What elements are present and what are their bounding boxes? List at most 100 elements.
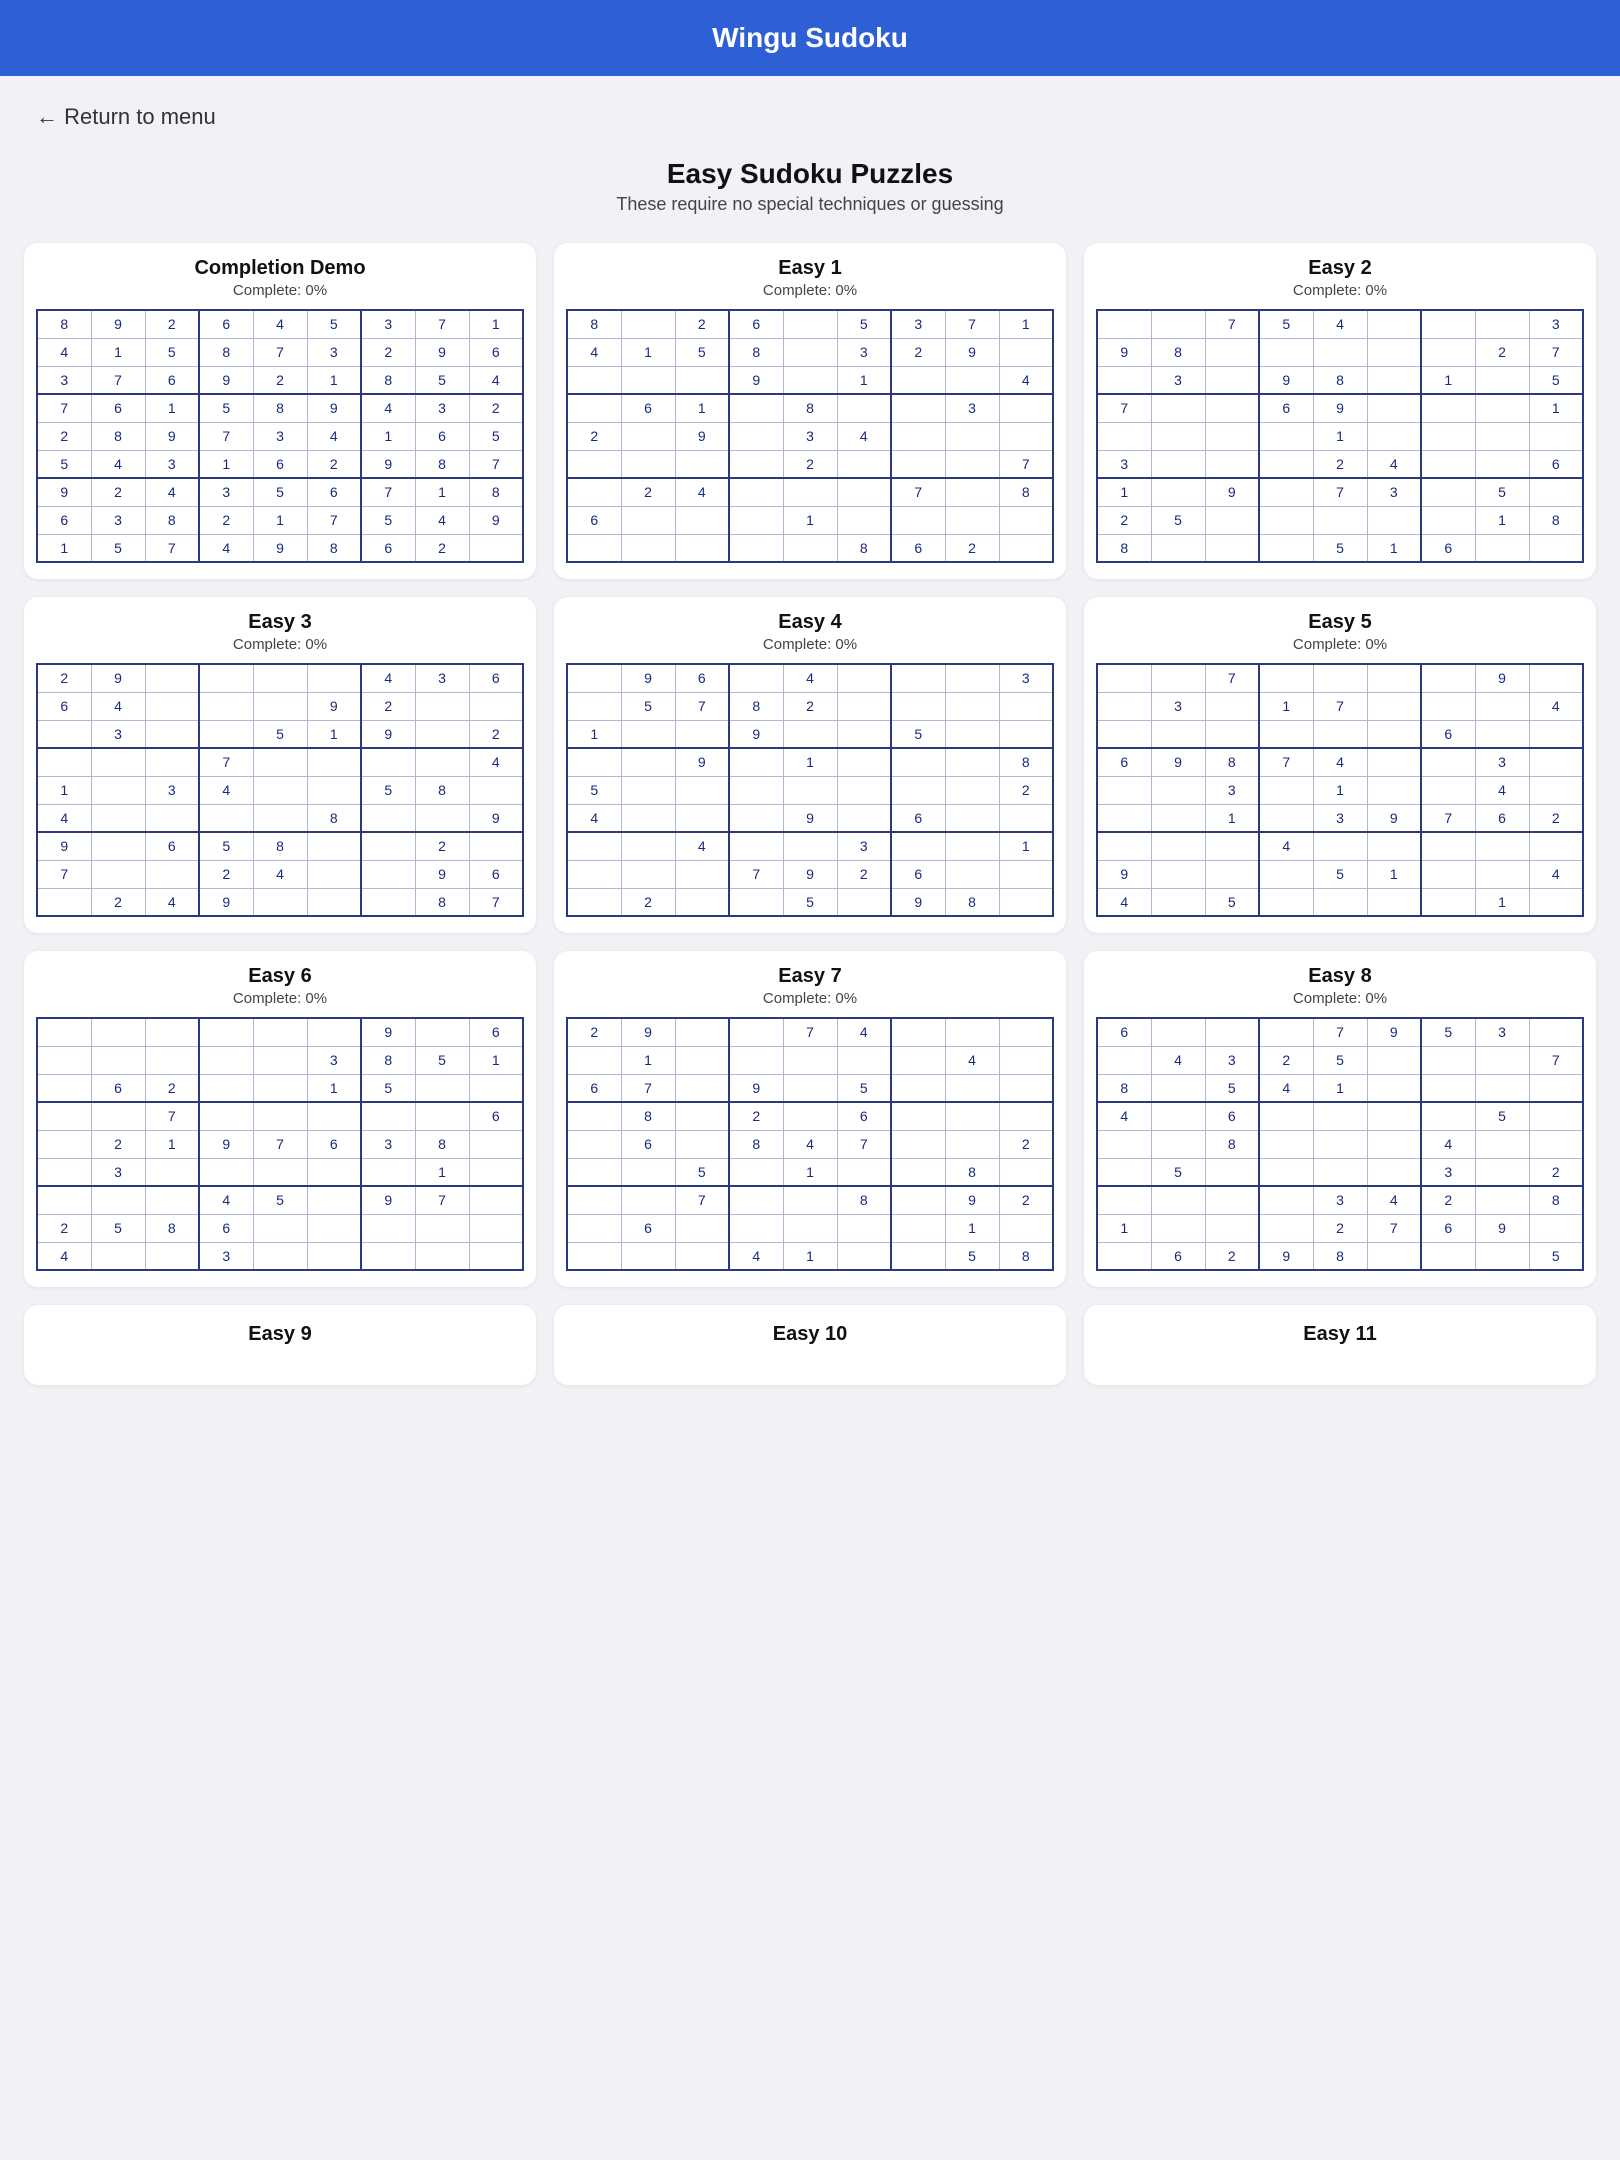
sudoku-cell[interactable] [1421,338,1475,366]
sudoku-cell[interactable] [469,776,523,804]
sudoku-cell[interactable]: 8 [1313,366,1367,394]
sudoku-cell[interactable]: 9 [621,1018,675,1046]
sudoku-cell[interactable]: 2 [91,1130,145,1158]
sudoku-cell[interactable]: 4 [675,832,729,860]
sudoku-cell[interactable] [1421,860,1475,888]
sudoku-cell[interactable] [945,422,999,450]
sudoku-cell[interactable] [675,860,729,888]
sudoku-cell[interactable] [1313,832,1367,860]
sudoku-cell[interactable] [1529,478,1583,506]
sudoku-cell[interactable]: 5 [567,776,621,804]
sudoku-cell[interactable] [567,534,621,562]
sudoku-cell[interactable]: 1 [621,338,675,366]
sudoku-cell[interactable] [1421,422,1475,450]
sudoku-cell[interactable] [145,1046,199,1074]
sudoku-cell[interactable]: 4 [253,860,307,888]
sudoku-cell[interactable] [307,1018,361,1046]
sudoku-cell[interactable] [1421,748,1475,776]
sudoku-cell[interactable]: 6 [621,394,675,422]
sudoku-cell[interactable] [1367,1242,1421,1270]
sudoku-cell[interactable] [37,1102,91,1130]
sudoku-cell[interactable] [891,692,945,720]
sudoku-cell[interactable]: 4 [37,338,91,366]
sudoku-cell[interactable]: 4 [729,1242,783,1270]
sudoku-cell[interactable]: 8 [415,776,469,804]
sudoku-cell[interactable] [1367,366,1421,394]
sudoku-cell[interactable] [1259,720,1313,748]
sudoku-cell[interactable] [945,450,999,478]
sudoku-cell[interactable] [675,1074,729,1102]
sudoku-cell[interactable] [1151,534,1205,562]
sudoku-cell[interactable] [567,1186,621,1214]
sudoku-cell[interactable] [199,1046,253,1074]
sudoku-grid[interactable]: 679534325785414658453234281276962985 [1096,1017,1584,1271]
sudoku-cell[interactable] [361,888,415,916]
sudoku-cell[interactable]: 8 [1151,338,1205,366]
sudoku-cell[interactable]: 9 [783,860,837,888]
sudoku-cell[interactable]: 2 [999,1130,1053,1158]
sudoku-cell[interactable]: 6 [621,1214,675,1242]
sudoku-cell[interactable] [469,1130,523,1158]
sudoku-cell[interactable] [567,1242,621,1270]
sudoku-cell[interactable] [1313,338,1367,366]
puzzle-card[interactable]: Easy 2Complete: 0%7543982739815769113246… [1084,243,1596,579]
sudoku-cell[interactable]: 6 [37,692,91,720]
sudoku-cell[interactable] [1259,776,1313,804]
sudoku-cell[interactable] [891,1130,945,1158]
sudoku-cell[interactable] [1367,664,1421,692]
sudoku-cell[interactable] [91,804,145,832]
puzzle-card[interactable]: Easy 3Complete: 0%2943664923519274134584… [24,597,536,933]
sudoku-cell[interactable]: 5 [1529,366,1583,394]
sudoku-cell[interactable] [621,310,675,338]
sudoku-cell[interactable] [1205,534,1259,562]
sudoku-cell[interactable]: 8 [415,1130,469,1158]
sudoku-cell[interactable]: 1 [837,366,891,394]
sudoku-cell[interactable] [999,720,1053,748]
sudoku-cell[interactable]: 4 [199,534,253,562]
sudoku-cell[interactable]: 9 [361,720,415,748]
sudoku-cell[interactable] [1259,1102,1313,1130]
sudoku-cell[interactable]: 6 [1097,1018,1151,1046]
sudoku-cell[interactable] [783,534,837,562]
sudoku-cell[interactable] [891,832,945,860]
sudoku-cell[interactable] [1421,664,1475,692]
sudoku-cell[interactable] [945,478,999,506]
sudoku-cell[interactable] [37,720,91,748]
sudoku-cell[interactable] [1097,1186,1151,1214]
sudoku-cell[interactable]: 2 [307,450,361,478]
sudoku-cell[interactable]: 4 [253,310,307,338]
sudoku-cell[interactable]: 3 [1475,748,1529,776]
sudoku-cell[interactable]: 8 [361,1046,415,1074]
sudoku-cell[interactable] [1205,506,1259,534]
sudoku-cell[interactable] [999,888,1053,916]
sudoku-cell[interactable] [729,832,783,860]
sudoku-cell[interactable]: 6 [469,338,523,366]
sudoku-cell[interactable]: 2 [621,478,675,506]
sudoku-cell[interactable]: 9 [1367,804,1421,832]
sudoku-cell[interactable] [1421,888,1475,916]
sudoku-cell[interactable] [1205,366,1259,394]
sudoku-cell[interactable]: 6 [469,1018,523,1046]
sudoku-cell[interactable]: 2 [469,720,523,748]
sudoku-cell[interactable]: 5 [1313,534,1367,562]
sudoku-cell[interactable]: 3 [253,422,307,450]
sudoku-cell[interactable] [675,506,729,534]
sudoku-cell[interactable]: 4 [469,366,523,394]
sudoku-cell[interactable]: 5 [621,692,675,720]
sudoku-cell[interactable]: 4 [1421,1130,1475,1158]
sudoku-cell[interactable]: 9 [675,748,729,776]
sudoku-cell[interactable]: 1 [37,534,91,562]
sudoku-cell[interactable]: 8 [199,338,253,366]
sudoku-cell[interactable] [729,776,783,804]
sudoku-cell[interactable] [1205,450,1259,478]
sudoku-cell[interactable]: 7 [1313,1018,1367,1046]
sudoku-cell[interactable]: 9 [945,338,999,366]
sudoku-cell[interactable] [37,1046,91,1074]
puzzle-card[interactable]: Easy 8Complete: 0%6795343257854146584532… [1084,951,1596,1287]
sudoku-cell[interactable]: 9 [415,338,469,366]
sudoku-cell[interactable] [253,804,307,832]
sudoku-cell[interactable] [837,1046,891,1074]
sudoku-cell[interactable] [1151,804,1205,832]
sudoku-cell[interactable] [1259,664,1313,692]
sudoku-cell[interactable]: 9 [145,422,199,450]
